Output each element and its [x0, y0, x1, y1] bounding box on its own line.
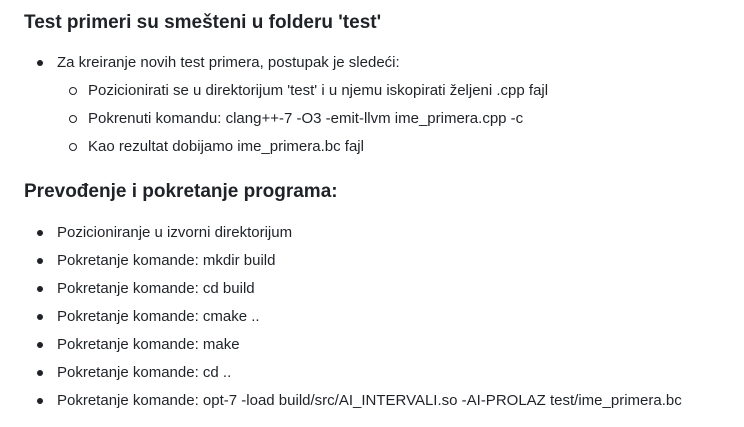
bullet-disc-icon: [37, 314, 43, 320]
bullet-disc-icon: [37, 286, 43, 292]
list-item: Pokretanje komande: opt-7 -load build/sr…: [24, 389, 682, 417]
bullet-circle-icon: [69, 115, 77, 123]
list-item: Pokretanje komande: cd ..: [24, 361, 682, 389]
sublist-item: Pokrenuti komandu: clang++-7 -O3 -emit-l…: [56, 107, 548, 135]
section-heading-build-run: Prevođenje i pokretanje programa:: [24, 181, 338, 202]
bullet-disc-icon: [37, 60, 43, 66]
list-item-text: Pokretanje komande: cd build: [57, 280, 255, 297]
list-item: Pokretanje komande: make: [24, 333, 682, 361]
test-examples-list: Za kreiranje novih test primera, postupa…: [24, 51, 548, 163]
list-item-text: Pozicioniranje u izvorni direktorijum: [57, 224, 293, 241]
list-item: Pokretanje komande: cmake ..: [24, 305, 682, 333]
readme-content: Test primeri su smešteni u folderu 'test…: [0, 0, 744, 427]
bullet-disc-icon: [37, 342, 43, 348]
bullet-disc-icon: [37, 398, 43, 404]
bullet-disc-icon: [37, 258, 43, 264]
list-item: Pozicioniranje u izvorni direktorijum: [24, 221, 682, 249]
list-item-text: Pokretanje komande: cmake ..: [57, 308, 260, 325]
list-item-text: Pokretanje komande: make: [57, 336, 240, 353]
list-item-text: Pokretanje komande: cd ..: [57, 364, 232, 381]
list-item-text: Pokretanje komande: opt-7 -load build/sr…: [57, 392, 682, 409]
list-item-text: Za kreiranje novih test primera, postupa…: [57, 54, 400, 71]
bullet-circle-icon: [69, 87, 77, 95]
sublist-item: Kao rezultat dobijamo ime_primera.bc faj…: [56, 135, 548, 163]
sublist: Pozicionirati se u direktorijum 'test' i…: [24, 79, 548, 163]
list-item: Pokretanje komande: cd build: [24, 277, 682, 305]
section-heading-test-examples: Test primeri su smešteni u folderu 'test…: [24, 12, 382, 33]
list-item: Za kreiranje novih test primera, postupa…: [24, 51, 548, 79]
list-item: Pokretanje komande: mkdir build: [24, 249, 682, 277]
sublist-item: Pozicionirati se u direktorijum 'test' i…: [56, 79, 548, 107]
list-item-text: Pokretanje komande: mkdir build: [57, 252, 276, 269]
sublist-item-text: Pozicionirati se u direktorijum 'test' i…: [88, 82, 549, 99]
bullet-disc-icon: [37, 370, 43, 376]
bullet-disc-icon: [37, 230, 43, 236]
sublist-item-text: Kao rezultat dobijamo ime_primera.bc faj…: [88, 138, 364, 155]
build-run-list: Pozicioniranje u izvorni direktorijum Po…: [24, 221, 682, 417]
sublist-item-text: Pokrenuti komandu: clang++-7 -O3 -emit-l…: [88, 110, 524, 127]
bullet-circle-icon: [69, 143, 77, 151]
sublist-container: Pozicionirati se u direktorijum 'test' i…: [24, 79, 548, 163]
